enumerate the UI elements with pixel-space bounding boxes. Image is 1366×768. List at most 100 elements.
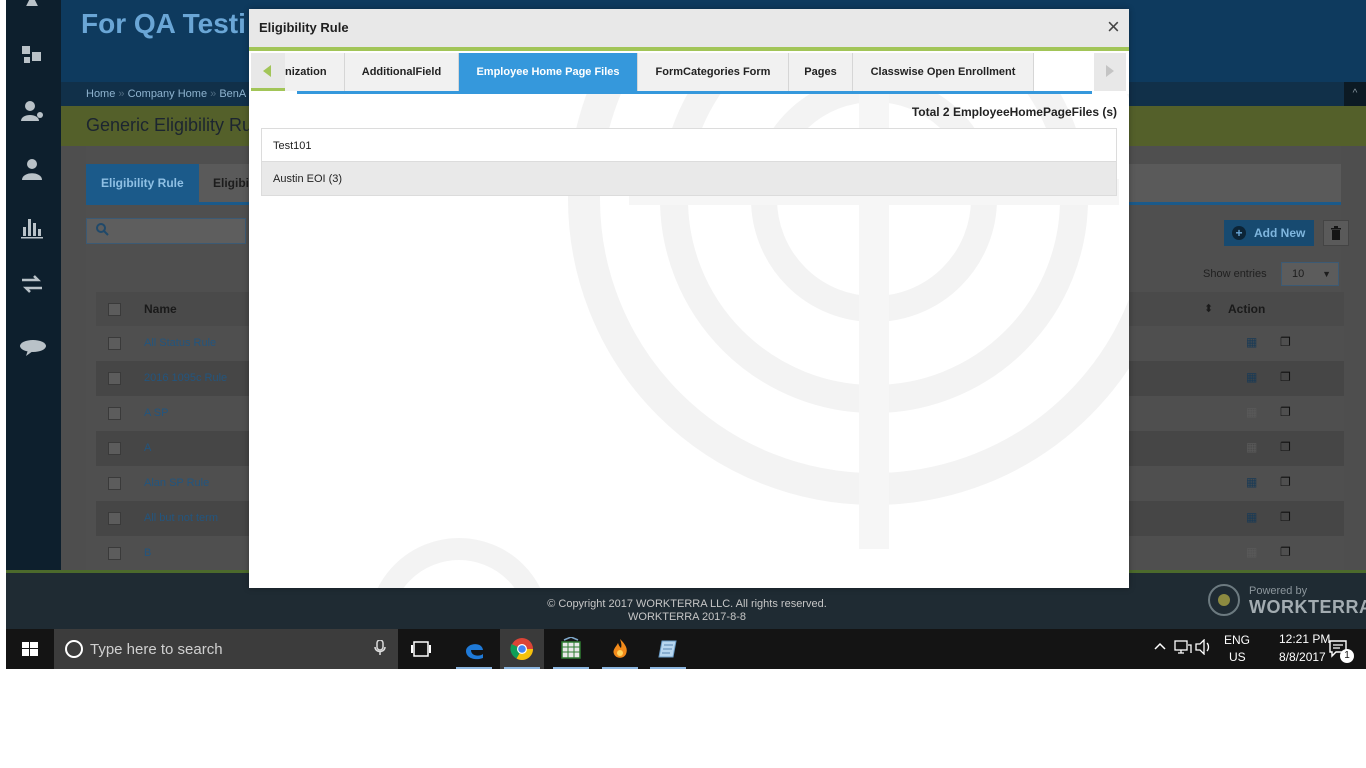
eligibility-rule-modal: Eligibility Rule × nization AdditionalFi… <box>249 9 1129 588</box>
view-details-icon: ▦ <box>1246 440 1258 454</box>
view-details-icon[interactable]: ▦ <box>1246 475 1260 489</box>
add-new-button[interactable]: + Add New <box>1224 220 1314 246</box>
tab-scroll-right-icon[interactable] <box>1094 53 1126 91</box>
user-star-icon[interactable] <box>18 97 46 125</box>
view-details-icon[interactable]: ▦ <box>1246 370 1260 384</box>
tab-additional-field[interactable]: AdditionalField <box>345 53 459 91</box>
caret-down-icon: ▼ <box>1322 269 1331 279</box>
show-hidden-icons-icon[interactable] <box>1153 639 1167 656</box>
total-files-count: Total 2 EmployeeHomePageFiles (s) <box>911 105 1117 119</box>
spreadsheet-icon[interactable] <box>549 629 593 669</box>
breadcrumb-company-home[interactable]: Company Home <box>128 88 207 100</box>
row-name-link[interactable]: Alan SP Rule <box>144 477 209 489</box>
search-icon <box>95 223 109 239</box>
breadcrumb-home[interactable]: Home <box>86 88 115 100</box>
close-icon[interactable]: × <box>1107 15 1120 39</box>
copy-icon[interactable]: ❐ <box>1280 440 1294 454</box>
row-name-link[interactable]: B <box>144 547 151 559</box>
tab-organization[interactable]: nization <box>285 53 345 91</box>
row-checkbox[interactable] <box>108 442 121 455</box>
tab-formcategories-form[interactable]: FormCategories Form <box>638 53 789 91</box>
row-name-link[interactable]: 2016 1095c Rule <box>144 372 227 384</box>
home-icon[interactable]: ▲ <box>18 0 46 14</box>
row-checkbox[interactable] <box>108 477 121 490</box>
copyright-text: © Copyright 2017 WORKTERRA LLC. All righ… <box>547 598 827 610</box>
clock-time[interactable]: 12:21 PM <box>1279 632 1330 646</box>
row-checkbox[interactable] <box>108 372 121 385</box>
tabs-underline <box>297 91 1092 94</box>
show-entries-label: Show entries <box>1203 268 1267 280</box>
task-view-icon[interactable] <box>408 639 434 659</box>
view-details-icon: ▦ <box>1246 545 1258 559</box>
company-title: For QA Testi <box>81 8 246 39</box>
row-name-link[interactable]: All Status Rule <box>144 337 216 349</box>
build-version: WORKTERRA 2017-8-8 <box>628 611 746 623</box>
chrome-running-indicator <box>504 667 540 669</box>
spreadsheet-running-indicator <box>553 667 589 669</box>
list-item[interactable]: Test101 <box>261 128 1117 162</box>
tab-eligibility-rule[interactable]: Eligibility Rule <box>86 164 199 202</box>
row-name-link[interactable]: All but not term <box>144 512 218 524</box>
notes-app-icon[interactable] <box>646 629 690 669</box>
copy-icon[interactable]: ❐ <box>1280 475 1294 489</box>
tab-classwise-open-enrollment[interactable]: Classwise Open Enrollment <box>853 53 1034 91</box>
breadcrumb-separator: » <box>210 88 217 100</box>
modal-title: Eligibility Rule <box>259 20 349 35</box>
tab-scroll-left-icon[interactable] <box>251 53 285 91</box>
row-name-link[interactable]: A <box>144 442 151 454</box>
collapse-icon[interactable]: ^ <box>1344 82 1366 106</box>
chrome-icon[interactable] <box>500 629 544 669</box>
breadcrumb-current[interactable]: BenA <box>219 88 246 100</box>
taskbar-search-input[interactable]: Type here to search <box>54 629 398 669</box>
files-list: Test101 Austin EOI (3) <box>261 128 1117 196</box>
user-icon[interactable] <box>18 155 46 183</box>
entries-select[interactable]: 10 ▼ <box>1281 262 1339 286</box>
left-nav-rail: ▲ <box>6 0 61 570</box>
windows-start-button[interactable] <box>6 629 54 669</box>
search-input[interactable] <box>86 218 246 244</box>
network-icon[interactable] <box>1174 639 1192 658</box>
copy-icon[interactable]: ❐ <box>1280 545 1294 559</box>
edge-running-indicator <box>456 667 492 669</box>
clock-date[interactable]: 8/8/2017 <box>1279 650 1326 664</box>
copy-icon[interactable]: ❐ <box>1280 370 1294 384</box>
flame-app-icon[interactable] <box>598 629 642 669</box>
taskbar-search-placeholder: Type here to search <box>90 641 223 658</box>
list-item[interactable]: Austin EOI (3) <box>261 162 1117 196</box>
add-new-label: Add New <box>1254 226 1306 240</box>
row-checkbox[interactable] <box>108 512 121 525</box>
tab-pages[interactable]: Pages <box>789 53 853 91</box>
edge-icon[interactable] <box>452 629 496 669</box>
screen: ▲ For QA Testi Home » Company Home » Ben… <box>6 0 1366 669</box>
modal-tabs-bar: nization AdditionalField Employee Home P… <box>249 51 1129 94</box>
copy-icon[interactable]: ❐ <box>1280 335 1294 349</box>
volume-icon[interactable] <box>1195 638 1213 658</box>
entries-value: 10 <box>1292 268 1305 280</box>
view-details-icon[interactable]: ▦ <box>1246 335 1260 349</box>
row-checkbox[interactable] <box>108 337 121 350</box>
row-checkbox[interactable] <box>108 547 121 560</box>
taskbar: Type here to search ENG US 12:21 PM 8/8/… <box>6 629 1366 669</box>
watermark-logo-icon <box>377 9 1129 588</box>
keyboard-layout-indicator[interactable]: US <box>1229 650 1246 664</box>
language-indicator[interactable]: ENG <box>1224 633 1250 647</box>
row-name-link[interactable]: A SP <box>144 407 168 419</box>
copy-icon[interactable]: ❐ <box>1280 510 1294 524</box>
tab-employee-home-page-files[interactable]: Employee Home Page Files <box>459 53 638 91</box>
breadcrumb-separator: » <box>118 88 125 100</box>
microphone-icon[interactable] <box>374 639 386 660</box>
view-details-icon[interactable]: ▦ <box>1246 510 1260 524</box>
copy-icon[interactable]: ❐ <box>1280 405 1294 419</box>
notes-app-running-indicator <box>650 667 686 669</box>
chat-icon[interactable] <box>18 334 46 362</box>
select-all-checkbox[interactable] <box>108 303 121 316</box>
cortana-icon <box>65 640 83 658</box>
delete-button[interactable] <box>1323 220 1349 246</box>
workterra-logo-icon <box>1208 584 1240 616</box>
row-checkbox[interactable] <box>108 407 121 420</box>
sort-icon[interactable]: ⬍ <box>1204 302 1213 315</box>
transfer-icon[interactable] <box>18 270 46 298</box>
puzzle-icon[interactable] <box>18 42 46 70</box>
column-header-name[interactable]: Name <box>144 302 177 316</box>
bar-chart-icon[interactable] <box>18 213 46 241</box>
